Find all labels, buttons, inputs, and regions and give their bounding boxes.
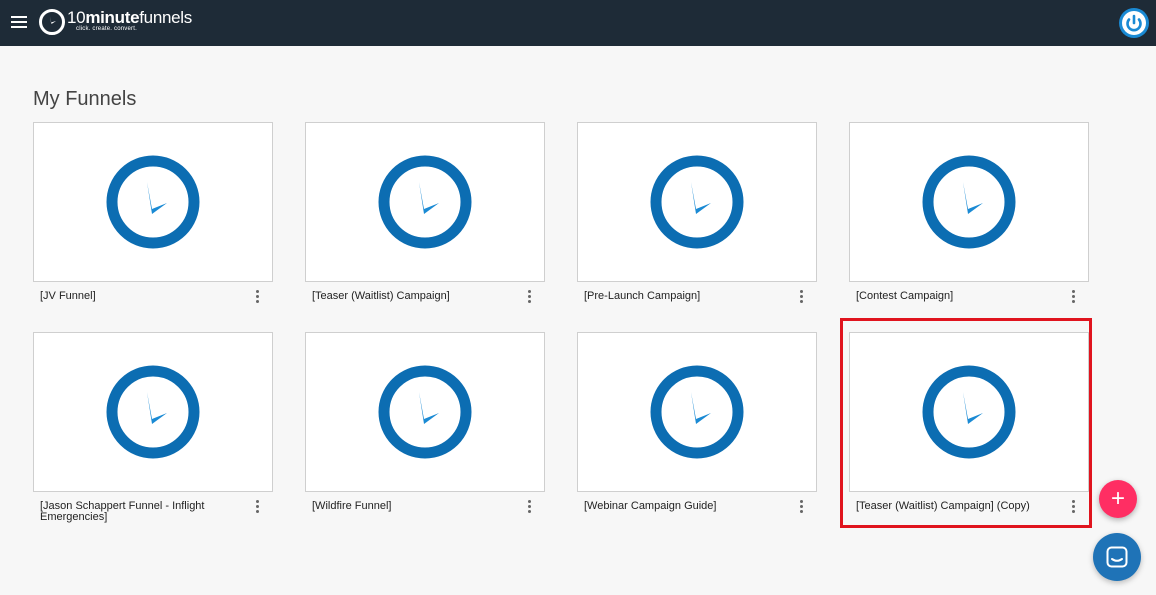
clock-icon [650,365,744,459]
funnel-name: [Teaser (Waitlist) Campaign] [312,290,450,302]
funnel-card[interactable]: [Wildfire Funnel] [305,332,545,513]
top-app-bar: 10minutefunnels click. create. convert. [0,0,1156,46]
funnel-name: [Wildfire Funnel] [312,500,392,512]
more-vertical-icon[interactable] [525,290,533,304]
more-vertical-icon[interactable] [253,500,261,514]
funnel-thumbnail[interactable] [305,122,545,282]
chat-button[interactable] [1093,533,1141,581]
page-title: My Funnels [33,88,137,110]
funnel-thumbnail[interactable] [577,332,817,492]
funnel-name: [Jason Schappert Funnel - Inflight Emerg… [40,500,205,523]
more-vertical-icon[interactable] [1069,290,1077,304]
power-icon[interactable] [1118,7,1150,39]
logo-prefix: 10 [67,8,86,27]
more-vertical-icon[interactable] [253,290,261,304]
funnel-name: [Pre-Launch Campaign] [584,290,701,302]
clock-logo-icon[interactable] [38,8,66,36]
logo-wordmark[interactable]: 10minutefunnels [67,8,192,28]
clock-icon [106,155,200,249]
funnel-name: [JV Funnel] [40,290,96,302]
more-vertical-icon[interactable] [525,500,533,514]
funnel-name: [Contest Campaign] [856,290,954,302]
logo-suffix: funnels [139,8,192,27]
funnel-card[interactable]: [Contest Campaign] [849,122,1089,303]
more-vertical-icon[interactable] [1069,500,1077,514]
logo-bold: minute [85,8,140,27]
funnel-thumbnail[interactable] [849,122,1089,282]
funnel-name: [Teaser (Waitlist) Campaign] (Copy) [856,500,1030,512]
more-vertical-icon[interactable] [797,290,805,304]
clock-icon [922,365,1016,459]
funnel-card[interactable]: [Teaser (Waitlist) Campaign] [305,122,545,303]
funnel-card[interactable]: [JV Funnel] [33,122,273,303]
hamburger-menu-icon[interactable] [11,16,27,28]
funnel-name: [Webinar Campaign Guide] [584,500,717,512]
clock-icon [106,365,200,459]
funnel-card[interactable]: [Webinar Campaign Guide] [577,332,817,513]
clock-icon [922,155,1016,249]
funnel-card[interactable]: [Pre-Launch Campaign] [577,122,817,303]
funnel-thumbnail[interactable] [33,122,273,282]
clock-icon [378,155,472,249]
funnel-thumbnail[interactable] [33,332,273,492]
logo-tagline: click. create. convert. [76,26,137,32]
more-vertical-icon[interactable] [797,500,805,514]
funnel-thumbnail[interactable] [849,332,1089,492]
funnel-card[interactable]: [Teaser (Waitlist) Campaign] (Copy) [849,332,1089,513]
chat-icon [1106,546,1128,568]
add-funnel-button[interactable]: + [1099,480,1137,518]
clock-icon [378,365,472,459]
funnel-card[interactable]: [Jason Schappert Funnel - Inflight Emerg… [33,332,273,523]
clock-icon [650,155,744,249]
funnel-thumbnail[interactable] [577,122,817,282]
funnel-thumbnail[interactable] [305,332,545,492]
